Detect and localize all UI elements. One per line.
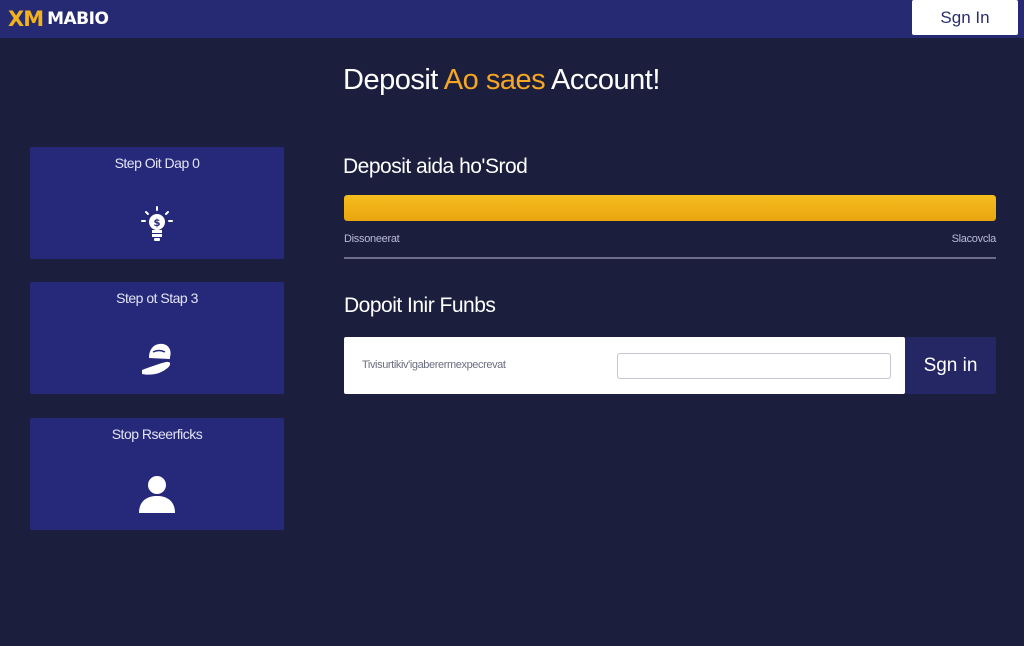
brand-logo[interactable]: XM MABIO	[8, 7, 109, 31]
section-divider	[344, 257, 996, 259]
svg-text:$: $	[154, 218, 161, 229]
top-bar: XM MABIO Sgn In	[0, 0, 1024, 38]
lightbulb-icon: $	[141, 206, 173, 241]
step-label: Step Oit Dap 0	[114, 155, 200, 171]
progress-section-title: Deposit aida ho'Srod	[343, 155, 528, 178]
step-card-1[interactable]: Step Oit Dap 0 $	[30, 147, 284, 259]
step-card-3[interactable]: Stop Rseerficks	[30, 418, 284, 530]
deposit-progress-bar	[344, 195, 996, 221]
logo-wordmark: MABIO	[47, 9, 109, 29]
page-title-prefix: Deposit	[343, 64, 444, 96]
header-signin-button[interactable]: Sgn In	[912, 0, 1018, 35]
deposit-amount-input[interactable]	[617, 353, 891, 379]
user-icon	[139, 476, 175, 513]
deposit-progress-fill	[344, 195, 996, 221]
progress-end-label: Slacovcla	[951, 233, 997, 245]
page-title-suffix: Account!	[545, 64, 660, 96]
logo-mark: XM	[8, 7, 44, 31]
deposit-hint-text: Tivisurtikiv'igaberermexpecrevat	[362, 359, 506, 371]
deposit-signin-button[interactable]: Sgn in	[905, 337, 996, 394]
progress-start-label: Dissoneerat	[344, 233, 400, 245]
page-title: Deposit Ao saes Account!	[343, 64, 660, 97]
deposit-panel: Tivisurtikiv'igaberermexpecrevat	[344, 337, 905, 394]
page-title-accent: Ao saes	[443, 64, 546, 96]
step-label: Step ot Stap 3	[116, 290, 198, 306]
helmet-hand-icon	[142, 343, 171, 375]
funds-section-title: Dopoit Inir Funbs	[344, 294, 496, 317]
step-card-2[interactable]: Step ot Stap 3	[30, 282, 284, 394]
step-label: Stop Rseerficks	[111, 426, 203, 442]
